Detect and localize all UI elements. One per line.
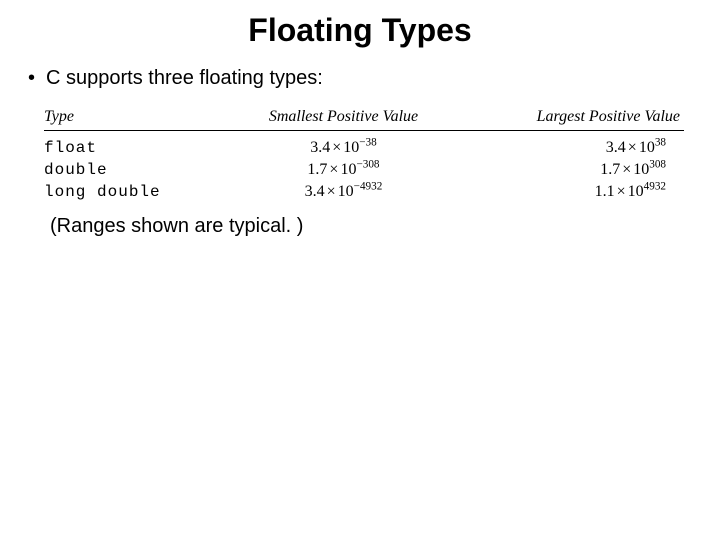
note-text: (Ranges shown are typical. ): [50, 215, 692, 238]
mantissa: 1.7: [307, 161, 327, 178]
exponent: −38: [359, 137, 377, 149]
col-header-largest: Largest Positive Value: [463, 106, 684, 131]
times-icon: ×: [330, 139, 343, 156]
table-header-row: Type Smallest Positive Value Largest Pos…: [44, 106, 684, 131]
exponent: −308: [356, 159, 379, 171]
bullet-item: •C supports three floating types:: [28, 67, 692, 90]
largest-value: 1.1×104932: [463, 181, 684, 203]
largest-value: 3.4×1038: [463, 137, 684, 159]
col-header-smallest: Smallest Positive Value: [230, 106, 463, 131]
mantissa: 1.1: [595, 183, 615, 200]
mantissa: 3.4: [310, 139, 330, 156]
times-icon: ×: [327, 161, 340, 178]
times-icon: ×: [615, 183, 628, 200]
mantissa: 3.4: [606, 139, 626, 156]
bullet-dot-icon: •: [28, 67, 46, 90]
mantissa: 1.7: [600, 161, 620, 178]
mantissa: 3.4: [305, 183, 325, 200]
exponent: −4932: [354, 181, 383, 193]
type-name: float: [44, 137, 230, 159]
times-icon: ×: [620, 161, 633, 178]
slide-body: •C supports three floating types: Type S…: [0, 67, 720, 238]
col-header-type: Type: [44, 106, 230, 131]
smallest-value: 1.7×10−308: [230, 159, 463, 181]
smallest-value: 3.4×10−38: [230, 137, 463, 159]
type-name: double: [44, 159, 230, 181]
types-table: Type Smallest Positive Value Largest Pos…: [44, 106, 684, 203]
table-row: long double 3.4×10−4932 1.1×104932: [44, 181, 684, 203]
times-icon: ×: [325, 183, 338, 200]
largest-value: 1.7×10308: [463, 159, 684, 181]
page-title: Floating Types: [0, 0, 720, 67]
exponent: 308: [649, 159, 666, 171]
table-row: double 1.7×10−308 1.7×10308: [44, 159, 684, 181]
table-row: float 3.4×10−38 3.4×1038: [44, 137, 684, 159]
types-table-wrap: Type Smallest Positive Value Largest Pos…: [44, 106, 692, 203]
bullet-text: C supports three floating types:: [46, 67, 323, 89]
times-icon: ×: [626, 139, 639, 156]
exponent: 38: [655, 137, 666, 149]
smallest-value: 3.4×10−4932: [230, 181, 463, 203]
exponent: 4932: [644, 181, 666, 193]
slide: Floating Types •C supports three floatin…: [0, 0, 720, 540]
type-name: long double: [44, 181, 230, 203]
